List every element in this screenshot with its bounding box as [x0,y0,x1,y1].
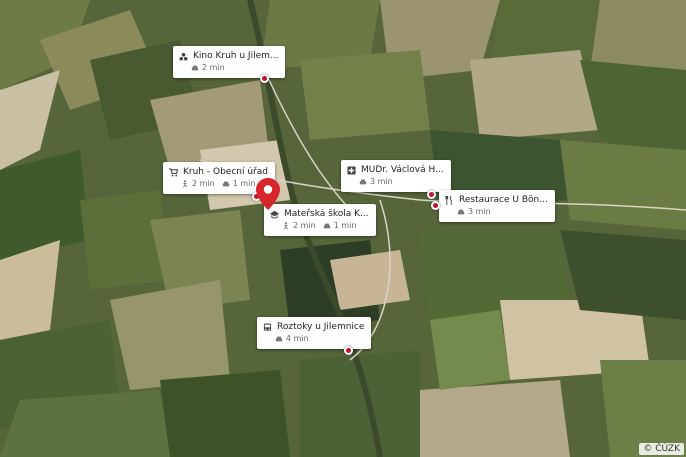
car-icon [191,65,199,71]
map-view[interactable]: Kino Kruh u Jilem... 2 min Kruh - Obecní… [0,0,686,457]
poi-card-kino[interactable]: Kino Kruh u Jilem... 2 min [173,46,286,78]
poi-marker-restaurace[interactable] [431,201,440,210]
bus-icon [263,322,272,331]
poi-car-time: 1 min [232,179,256,188]
poi-walk-time: 2 min [192,179,215,188]
restaurant-icon [445,195,452,205]
poi-name: Restaurace U Bön... [459,195,548,205]
poi-marker-mudr[interactable] [427,190,436,199]
car-icon [323,223,330,229]
poi-car-time: 3 min [370,177,393,186]
car-icon [222,181,229,187]
poi-car-time: 2 min [202,63,225,72]
poi-name: Mateřská škola K... [284,209,369,219]
poi-car-time: 4 min [286,334,309,343]
cinema-icon [179,52,188,61]
medical-icon [347,165,356,175]
cart-icon [169,167,178,177]
school-icon [270,210,279,218]
car-icon [275,336,283,342]
poi-marker-kino[interactable] [260,74,269,83]
poi-walk-time: 2 min [293,221,316,230]
poi-name: Roztoky u Jilemnice [277,322,365,332]
poi-card-restaurace[interactable]: Restaurace U Bön... 3 min [439,190,555,222]
poi-card-roztoky[interactable]: Roztoky u Jilemnice 4 min [257,317,372,349]
poi-card-skola[interactable]: Mateřská škola K... 2 min 1 min [264,204,376,236]
location-pin-icon[interactable] [256,178,280,210]
poi-card-mudr[interactable]: MUDr. Václová H... 3 min [341,160,451,192]
poi-name: MUDr. Václová H... [361,165,444,175]
poi-car-time: 3 min [468,207,491,216]
map-attribution: © ČÚZK [639,443,684,455]
car-icon [359,179,367,185]
poi-name: Kino Kruh u Jilem... [193,51,279,61]
car-icon [457,209,465,215]
poi-name: Kruh - Obecní úřad [183,167,268,177]
poi-car-time: 1 min [333,221,357,230]
poi-marker-roztoky[interactable] [344,346,353,355]
walk-icon [284,222,288,230]
walk-icon [183,180,187,188]
